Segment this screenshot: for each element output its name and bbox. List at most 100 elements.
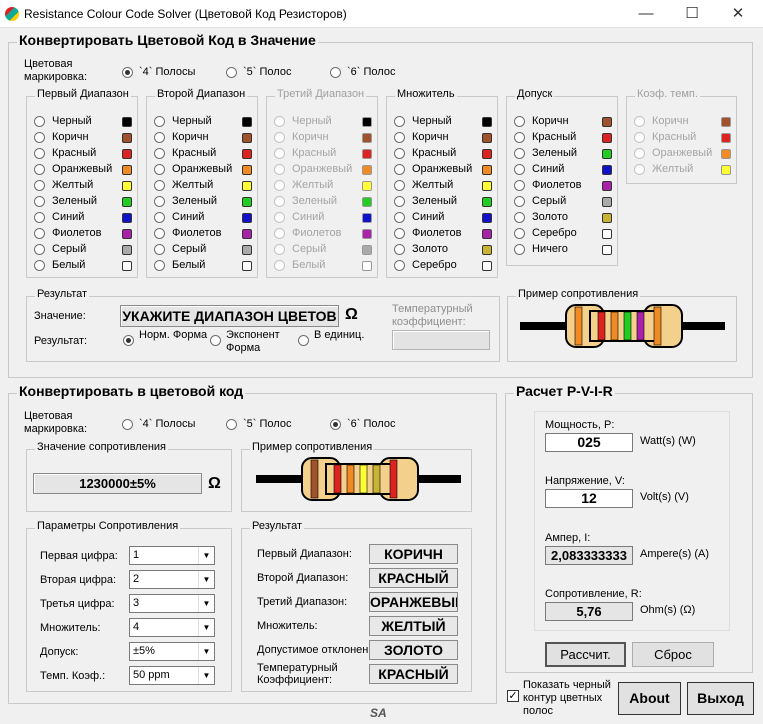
band-option[interactable]: Красный (387, 146, 497, 162)
band-radio[interactable] (34, 212, 45, 223)
color-mode-radio-1[interactable] (122, 419, 133, 430)
close-button[interactable]: ✕ (715, 0, 761, 28)
chevron-down-icon[interactable]: ▼ (198, 547, 214, 564)
band-radio[interactable] (34, 196, 45, 207)
band-option[interactable]: Серебро (507, 226, 617, 242)
band-radio[interactable] (394, 196, 405, 207)
band-radio[interactable] (274, 244, 285, 255)
exit-button[interactable]: Выход (687, 682, 754, 715)
band-radio[interactable] (154, 164, 165, 175)
minimize-button[interactable]: — (623, 0, 669, 28)
band-option[interactable]: Серый (507, 194, 617, 210)
band-option[interactable]: Белый (147, 258, 257, 274)
band-option[interactable]: Синий (267, 210, 377, 226)
voltage-input[interactable]: 12 (545, 489, 633, 508)
band-radio[interactable] (394, 260, 405, 271)
band-option[interactable]: Желтый (387, 178, 497, 194)
band-option[interactable]: Фиолетов (387, 226, 497, 242)
band-radio[interactable] (34, 180, 45, 191)
color-mode-radio-2[interactable] (226, 419, 237, 430)
band-radio[interactable] (514, 244, 525, 255)
param-combo[interactable]: 50 ppm ▼ (129, 666, 215, 685)
value-mode-radio-3[interactable] (330, 67, 341, 78)
calculate-button[interactable]: Рассчит. (545, 642, 626, 667)
reset-button[interactable]: Сброс (632, 642, 714, 667)
band-option[interactable]: Синий (387, 210, 497, 226)
band-option[interactable]: Синий (27, 210, 137, 226)
band-option[interactable]: Золото (387, 242, 497, 258)
band-option[interactable]: Серый (27, 242, 137, 258)
band-option[interactable]: Фиолетов (147, 226, 257, 242)
band-radio[interactable] (514, 132, 525, 143)
band-radio[interactable] (514, 116, 525, 127)
band-radio[interactable] (274, 116, 285, 127)
band-radio[interactable] (514, 180, 525, 191)
band-option[interactable]: Зеленый (387, 194, 497, 210)
band-radio[interactable] (514, 148, 525, 159)
band-radio[interactable] (154, 260, 165, 271)
band-radio[interactable] (634, 164, 645, 175)
band-option[interactable]: Фиолетов (267, 226, 377, 242)
band-radio[interactable] (34, 132, 45, 143)
band-option[interactable]: Оранжевый (267, 162, 377, 178)
band-option[interactable]: Фиолетов (27, 226, 137, 242)
band-option[interactable]: Зеленый (27, 194, 137, 210)
band-radio[interactable] (394, 228, 405, 239)
chevron-down-icon[interactable]: ▼ (198, 643, 214, 660)
band-option[interactable]: Коричн (507, 114, 617, 130)
band-radio[interactable] (394, 212, 405, 223)
power-input[interactable]: 025 (545, 433, 633, 452)
maximize-button[interactable]: ☐ (669, 0, 715, 28)
band-radio[interactable] (394, 116, 405, 127)
band-radio[interactable] (634, 116, 645, 127)
param-combo[interactable]: 1 ▼ (129, 546, 215, 565)
band-option[interactable]: Желтый (27, 178, 137, 194)
band-radio[interactable] (154, 180, 165, 191)
band-option[interactable]: Серый (267, 242, 377, 258)
band-radio[interactable] (394, 132, 405, 143)
black-outline-checkbox[interactable]: ✓ (507, 690, 519, 702)
band-option[interactable]: Зеленый (147, 194, 257, 210)
band-option[interactable]: Белый (27, 258, 137, 274)
param-combo[interactable]: ±5% ▼ (129, 642, 215, 661)
band-radio[interactable] (34, 148, 45, 159)
band-option[interactable]: Желтый (267, 178, 377, 194)
format-radio-3[interactable] (298, 335, 309, 346)
band-radio[interactable] (394, 164, 405, 175)
band-option[interactable]: Черный (267, 114, 377, 130)
band-radio[interactable] (154, 116, 165, 127)
band-radio[interactable] (394, 180, 405, 191)
param-combo[interactable]: 2 ▼ (129, 570, 215, 589)
band-option[interactable]: Коричн (27, 130, 137, 146)
band-option[interactable]: Желтый (147, 178, 257, 194)
format-radio-1[interactable] (123, 335, 134, 346)
value-mode-radio-2[interactable] (226, 67, 237, 78)
band-option[interactable]: Желтый (627, 162, 736, 178)
band-radio[interactable] (154, 196, 165, 207)
chevron-down-icon[interactable]: ▼ (198, 595, 214, 612)
band-radio[interactable] (154, 228, 165, 239)
band-radio[interactable] (394, 148, 405, 159)
value-mode-radio-1[interactable] (122, 67, 133, 78)
band-radio[interactable] (514, 212, 525, 223)
band-radio[interactable] (34, 116, 45, 127)
band-radio[interactable] (394, 244, 405, 255)
band-radio[interactable] (154, 212, 165, 223)
param-combo[interactable]: 3 ▼ (129, 594, 215, 613)
band-option[interactable]: Коричн (267, 130, 377, 146)
band-radio[interactable] (274, 260, 285, 271)
band-radio[interactable] (34, 244, 45, 255)
band-option[interactable]: Красный (147, 146, 257, 162)
band-option[interactable]: Красный (507, 130, 617, 146)
band-option[interactable]: Красный (267, 146, 377, 162)
chevron-down-icon[interactable]: ▼ (198, 571, 214, 588)
band-radio[interactable] (274, 148, 285, 159)
band-radio[interactable] (154, 244, 165, 255)
band-radio[interactable] (514, 228, 525, 239)
band-option[interactable]: Оранжевый (27, 162, 137, 178)
band-option[interactable]: Ничего (507, 242, 617, 258)
band-radio[interactable] (154, 148, 165, 159)
format-radio-2[interactable] (210, 335, 221, 346)
about-button[interactable]: About (618, 682, 681, 715)
band-radio[interactable] (274, 228, 285, 239)
